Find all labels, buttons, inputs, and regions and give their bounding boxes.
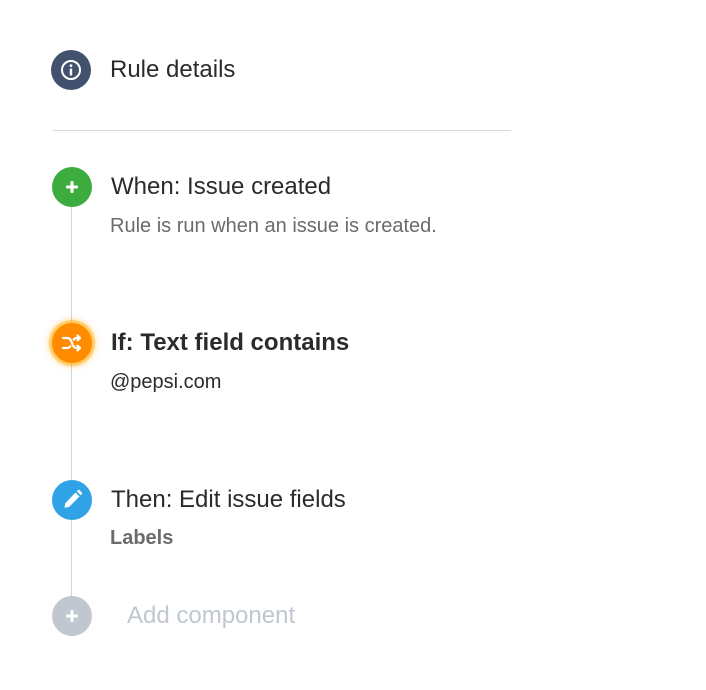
- rule-editor-panel: Rule details When: Issue created Rule is…: [0, 0, 706, 690]
- shuffle-icon[interactable]: [52, 323, 92, 363]
- plus-icon[interactable]: [52, 167, 92, 207]
- pencil-icon[interactable]: [52, 480, 92, 520]
- section-divider: [53, 130, 511, 131]
- add-component-button[interactable]: Add component: [127, 602, 295, 630]
- plus-icon[interactable]: [52, 596, 92, 636]
- action-title[interactable]: Then: Edit issue fields: [111, 486, 346, 514]
- action-detail: Labels: [110, 527, 174, 549]
- info-icon[interactable]: [51, 50, 91, 90]
- condition-value: @pepsi.com: [110, 371, 222, 393]
- trigger-title[interactable]: When: Issue created: [111, 173, 331, 201]
- timeline-connector: [71, 206, 72, 598]
- rule-details-link[interactable]: Rule details: [110, 56, 235, 84]
- condition-title[interactable]: If: Text field contains: [111, 329, 349, 357]
- trigger-description: Rule is run when an issue is created.: [110, 215, 437, 237]
